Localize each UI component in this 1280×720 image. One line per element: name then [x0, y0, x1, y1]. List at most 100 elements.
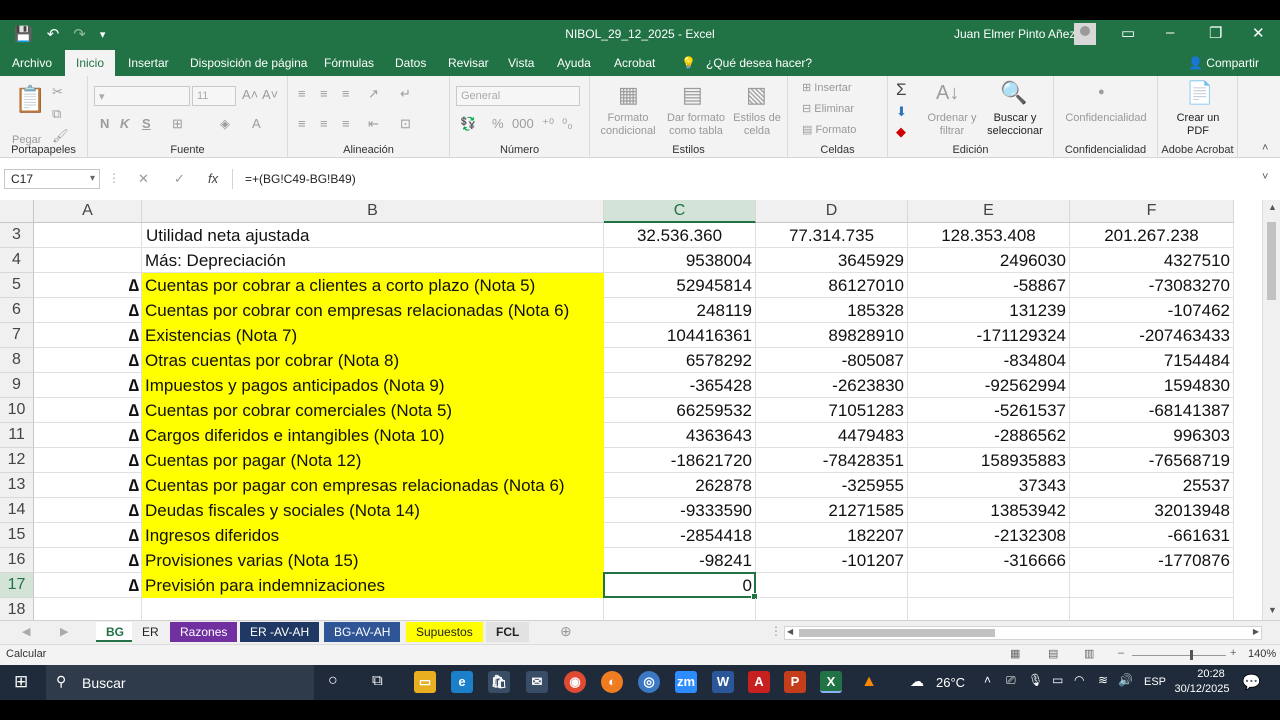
delta-cell[interactable]: ∆ — [34, 373, 142, 398]
row-label-cell[interactable]: Utilidad neta ajustada — [142, 223, 604, 248]
value-cell-e[interactable]: -5261537 — [908, 398, 1070, 423]
value-cell-e[interactable]: -834804 — [908, 348, 1070, 373]
comma-style-icon[interactable]: 000 — [512, 116, 534, 131]
wrap-text-icon[interactable]: ↵ — [400, 86, 411, 102]
align-top-icon[interactable]: ≡ — [298, 86, 306, 101]
spreadsheet-grid[interactable]: A B C D E F 3 Utilidad neta ajustada 32.536.360 7… — [0, 200, 1262, 623]
tab-formulas[interactable]: Fórmulas — [324, 56, 374, 70]
column-header-d[interactable]: D — [756, 200, 908, 223]
sheet-tab-bg-av-ah[interactable]: BG-AV-AH — [324, 622, 401, 642]
align-bottom-icon[interactable]: ≡ — [342, 86, 350, 101]
italic-button[interactable]: K — [120, 116, 129, 131]
row-header[interactable]: 15 — [0, 523, 34, 548]
vertical-scroll-thumb[interactable] — [1267, 222, 1276, 300]
format-table-icon[interactable]: ▤ — [682, 82, 703, 108]
row-header[interactable]: 12 — [0, 448, 34, 473]
format-painter-icon[interactable]: 🖌 — [52, 128, 69, 144]
delta-cell[interactable] — [34, 248, 142, 273]
value-cell-c[interactable]: -2854418 — [604, 523, 756, 548]
clear-icon[interactable]: ◆ — [896, 124, 906, 140]
user-name[interactable]: Juan Elmer Pinto Añez — [954, 27, 1075, 41]
row-label-cell[interactable]: Impuestos y pagos anticipados (Nota 9) — [142, 373, 604, 398]
zoom-in-icon[interactable]: + — [1230, 647, 1236, 659]
acrobat-icon[interactable]: A — [748, 671, 770, 693]
sheet-tab-er[interactable]: ER — [132, 622, 169, 642]
value-cell-c[interactable]: 6578292 — [604, 348, 756, 373]
value-cell-e[interactable]: 37343 — [908, 473, 1070, 498]
value-cell-c[interactable]: -18621720 — [604, 448, 756, 473]
underline-button[interactable]: S — [142, 116, 151, 131]
value-cell-f[interactable]: -76568719 — [1070, 448, 1234, 473]
row-header[interactable]: 13 — [0, 473, 34, 498]
value-cell-d[interactable]: -325955 — [756, 473, 908, 498]
borders-icon[interactable]: ⊞ — [172, 116, 183, 132]
delta-cell[interactable]: ∆ — [34, 398, 142, 423]
insert-function-icon[interactable]: fx — [208, 171, 218, 186]
notifications-icon[interactable]: 💬 — [1242, 673, 1261, 691]
sensitivity-icon[interactable]: ● — [1098, 86, 1105, 98]
browser-icon[interactable]: ◎ — [638, 671, 660, 693]
currency-icon[interactable]: 💱 — [460, 116, 476, 132]
network-icon[interactable]: ◠ — [1074, 673, 1084, 687]
next-sheet-icon[interactable]: ▶ — [60, 625, 68, 638]
tab-revisar[interactable]: Revisar — [448, 56, 489, 70]
value-cell-f[interactable]: 201.267.238 — [1070, 223, 1234, 248]
value-cell-c[interactable]: 32.536.360 — [604, 223, 756, 248]
firefox-icon[interactable]: ◐ — [601, 671, 623, 693]
value-cell-c[interactable]: -365428 — [604, 373, 756, 398]
row-label-cell[interactable]: Otras cuentas por cobrar (Nota 8) — [142, 348, 604, 373]
sheet-tab-er-av-ah[interactable]: ER -AV-AH — [240, 622, 320, 642]
show-hidden-icon[interactable]: ˄ — [984, 673, 991, 687]
tell-me-search[interactable]: ¿Qué desea hacer? — [706, 56, 812, 70]
font-color-icon[interactable]: A — [252, 116, 261, 131]
value-cell-c[interactable]: -9333590 — [604, 498, 756, 523]
chrome-icon[interactable]: ◉ — [564, 671, 586, 693]
row-label-cell[interactable]: Previsión para indemnizaciones — [142, 573, 604, 598]
value-cell-e[interactable]: 128.353.408 — [908, 223, 1070, 248]
sheet-tab-fcl[interactable]: FCL — [486, 622, 530, 642]
create-pdf-label[interactable]: Crear un PDF — [1172, 112, 1224, 138]
tab-archivo[interactable]: Archivo — [12, 56, 52, 70]
delta-cell[interactable]: ∆ — [34, 573, 142, 598]
bold-button[interactable]: N — [100, 116, 109, 131]
word-icon[interactable]: W — [712, 671, 734, 693]
value-cell-f[interactable]: -1770876 — [1070, 548, 1234, 573]
row-header[interactable]: 8 — [0, 348, 34, 373]
cortana-icon[interactable]: ○ — [328, 672, 338, 690]
grow-font-icon[interactable]: A˄ — [242, 87, 258, 102]
windows-start-icon[interactable]: ⊞ — [14, 672, 28, 692]
conditional-format-label[interactable]: Formato condicional — [598, 112, 658, 138]
row-label-cell[interactable]: Cargos diferidos e intangibles (Nota 10) — [142, 423, 604, 448]
row-header[interactable]: 17 — [0, 573, 34, 598]
value-cell-d[interactable]: 86127010 — [756, 273, 908, 298]
store-icon[interactable]: 🛍 — [488, 671, 510, 693]
decrease-decimal-icon[interactable]: ⁰₀ — [562, 116, 573, 132]
tab-insertar[interactable]: Insertar — [128, 56, 169, 70]
value-cell-d[interactable]: 89828910 — [756, 323, 908, 348]
value-cell-c[interactable]: 52945814 — [604, 273, 756, 298]
select-all-corner[interactable] — [0, 200, 34, 223]
normal-view-icon[interactable]: ▦ — [1010, 647, 1020, 660]
row-label-cell[interactable]: Cuentas por cobrar a clientes a corto pl… — [142, 273, 604, 298]
delta-cell[interactable]: ∆ — [34, 473, 142, 498]
create-pdf-icon[interactable]: 📄 — [1186, 80, 1213, 106]
row-label-cell[interactable]: Cuentas por pagar (Nota 12) — [142, 448, 604, 473]
row-label-cell[interactable]: Ingresos diferidos — [142, 523, 604, 548]
value-cell-f[interactable]: 32013948 — [1070, 498, 1234, 523]
vlc-icon[interactable]: ▲ — [858, 671, 880, 693]
value-cell-d[interactable]: 3645929 — [756, 248, 908, 273]
delta-cell[interactable]: ∆ — [34, 523, 142, 548]
value-cell-d[interactable]: -2623830 — [756, 373, 908, 398]
zoom-slider-thumb[interactable] — [1190, 650, 1193, 660]
avatar[interactable] — [1074, 23, 1096, 45]
value-cell-f[interactable]: -207463433 — [1070, 323, 1234, 348]
value-cell-c[interactable]: 104416361 — [604, 323, 756, 348]
value-cell-f[interactable]: 1594830 — [1070, 373, 1234, 398]
zoom-app-icon[interactable]: zm — [675, 671, 697, 693]
value-cell-d[interactable]: 21271585 — [756, 498, 908, 523]
delta-cell[interactable]: ∆ — [34, 498, 142, 523]
font-name-combo[interactable]: ▾ — [94, 86, 190, 106]
value-cell-d[interactable] — [756, 573, 908, 598]
value-cell-e[interactable]: -171129324 — [908, 323, 1070, 348]
row-header[interactable]: 4 — [0, 248, 34, 273]
